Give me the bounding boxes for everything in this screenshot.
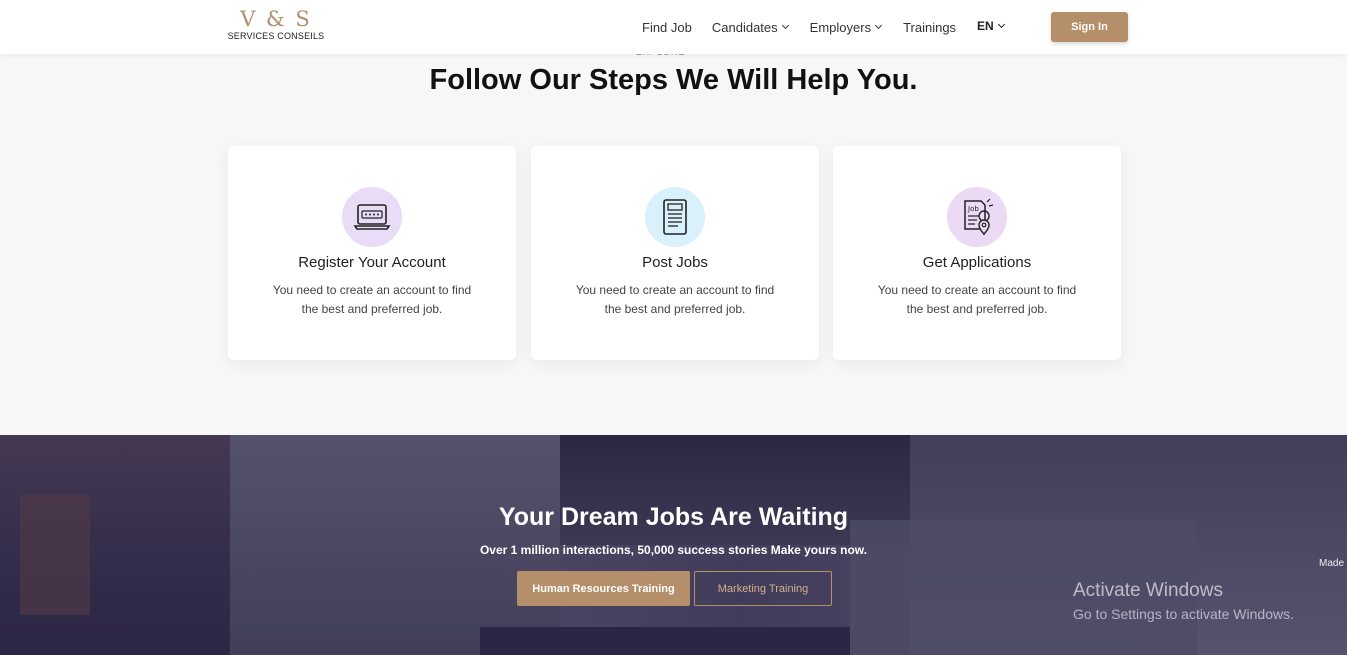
- step-card-title: Get Applications: [922, 254, 1032, 271]
- main-nav: Find Job Candidates Employers Trainings: [642, 18, 978, 36]
- nav-employers[interactable]: Employers: [809, 18, 883, 36]
- nav-employers-label: Employers: [809, 19, 872, 35]
- chevron-down-icon: [875, 21, 883, 30]
- logo-sub-text: SERVICES CONSEILS: [227, 31, 325, 41]
- step-card-get-applications: Job Get Applications You need to create …: [833, 146, 1121, 360]
- sign-in-button[interactable]: Sign In: [1051, 12, 1128, 42]
- nav-trainings[interactable]: Trainings: [903, 18, 956, 36]
- step-card-title: Register Your Account: [298, 254, 446, 271]
- step-card-description: You need to create an account to find th…: [272, 283, 472, 316]
- step-card-description: You need to create an account to find th…: [877, 283, 1077, 316]
- photo-sign-text: Made: [1319, 558, 1345, 569]
- svg-text:Job: Job: [967, 205, 979, 213]
- hero-title: Your Dream Jobs Are Waiting: [498, 503, 849, 531]
- step-card-description: You need to create an account to find th…: [575, 283, 775, 316]
- hero-subtitle: Over 1 million interactions, 50,000 succ…: [479, 543, 868, 557]
- human-resources-training-button[interactable]: Human Resources Training: [517, 571, 690, 606]
- logo-main-text: V & S: [240, 7, 312, 31]
- marketing-training-button[interactable]: Marketing Training: [694, 571, 832, 606]
- site-header: V & S SERVICES CONSEILS Find Job Candida…: [0, 0, 1347, 54]
- activate-windows-subtitle: Go to Settings to activate Windows.: [1073, 606, 1294, 622]
- chevron-down-icon: [781, 21, 789, 30]
- chevron-down-icon: [997, 20, 1005, 29]
- nav-trainings-label: Trainings: [903, 19, 957, 35]
- job-location-icon: Job: [947, 187, 1007, 247]
- nav-find-job[interactable]: Find Job: [642, 18, 692, 36]
- language-label: EN: [977, 19, 994, 33]
- activate-windows-title: Activate Windows: [1073, 580, 1223, 601]
- step-card-title: Post Jobs: [642, 254, 708, 271]
- hero-banner: Your Dream Jobs Are Waiting Over 1 milli…: [0, 435, 1347, 655]
- logo[interactable]: V & S SERVICES CONSEILS: [226, 8, 326, 41]
- steps-title: Follow Our Steps We Will Help You.: [429, 64, 918, 96]
- step-card-register: Register Your Account You need to create…: [228, 146, 516, 360]
- nav-candidates-label: Candidates: [711, 19, 778, 35]
- language-selector[interactable]: EN: [977, 19, 1005, 33]
- nav-find-job-label: Find Job: [642, 19, 692, 35]
- document-icon: [645, 187, 705, 247]
- laptop-icon: [342, 187, 402, 247]
- nav-candidates[interactable]: Candidates: [711, 18, 789, 36]
- step-card-post-jobs: Post Jobs You need to create an account …: [531, 146, 819, 360]
